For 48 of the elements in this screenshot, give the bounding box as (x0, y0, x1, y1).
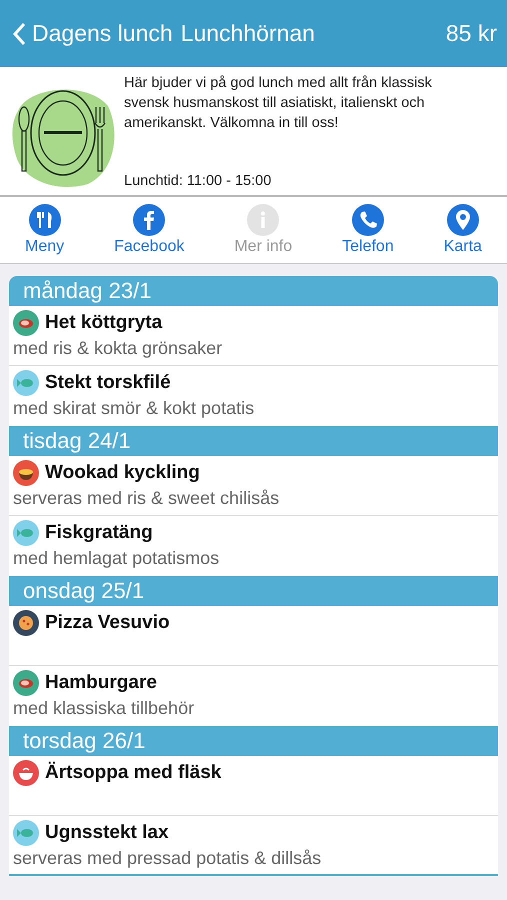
fish-icon (13, 370, 39, 396)
dish-name: Ugnsstekt lax (45, 822, 169, 844)
dish-row[interactable]: Stekt torskfilé med skirat smör & kokt potatis (9, 366, 498, 426)
dish-description: serveras med pressad potatis & dillsås (13, 848, 322, 869)
dish-description: med skirat smör & kokt potatis (13, 398, 256, 419)
bowl-icon (13, 460, 39, 486)
dish-row[interactable]: Pizza Vesuvio (9, 606, 498, 666)
map-action[interactable]: Karta (444, 204, 482, 256)
dish-description: med hemlagat potatismos (13, 548, 220, 569)
dish-description: serveras med ris & sweet chilisås (13, 488, 280, 509)
steak-icon (13, 310, 39, 336)
phone-icon (352, 204, 384, 236)
bowl-icon (13, 760, 39, 786)
fish-icon (13, 820, 39, 846)
dish-name: Pizza Vesuvio (45, 612, 170, 634)
dish-name: Hamburgare (45, 672, 157, 694)
day-header: måndag 23/1 (9, 276, 498, 306)
facebook-action[interactable]: Facebook (114, 204, 184, 256)
restaurant-title: Lunchhörnan (180, 20, 316, 47)
restaurant-description: Här bjuder vi på god lunch med allt från klassisk svensk husmanskost till asiatiskt, italienskt och amerikanskt. Välkomna in till oss! (124, 74, 433, 133)
dish-name: Stekt torskfilé (45, 372, 171, 394)
dish-row[interactable]: Hamburgare med klassiska tillbehör (9, 666, 498, 726)
dish-name: Het köttgryta (45, 312, 162, 334)
back-chevron-icon (12, 22, 26, 46)
price-label: 85 kr (446, 20, 497, 47)
fish-icon (13, 520, 39, 546)
phone-action[interactable]: Telefon (342, 204, 394, 256)
dish-name: Fiskgratäng (45, 522, 153, 544)
info-icon (247, 204, 280, 236)
map-pin-icon (446, 204, 479, 236)
dish-description: med ris & kokta grönsaker (13, 338, 224, 359)
dish-row[interactable]: Ugnsstekt lax serveras med pressad potatis & dillsås (9, 816, 498, 876)
day-header: tisdag 24/1 (9, 426, 498, 456)
menu-action[interactable]: Meny (24, 204, 64, 256)
dish-row[interactable]: Fiskgratäng med hemlagat potatismos (9, 516, 498, 576)
dish-description: med klassiska tillbehör (13, 698, 196, 719)
facebook-icon (133, 204, 166, 236)
cutlery-icon (28, 204, 61, 236)
day-header: onsdag 25/1 (9, 576, 498, 606)
dish-row[interactable]: Het köttgryta med ris & kokta grönsaker (9, 306, 498, 366)
dish-name: Ärtsoppa med fläsk (45, 762, 222, 784)
lunch-hours: Lunchtid: 11:00 - 15:00 (124, 173, 272, 189)
dish-row[interactable]: Ärtsoppa med fläsk (9, 756, 498, 816)
steak-icon (13, 670, 39, 696)
dish-row[interactable]: Wookad kyckling serveras med ris & sweet chilisås (9, 456, 498, 516)
pizza-icon (13, 610, 39, 636)
day-header: torsdag 26/1 (9, 726, 498, 756)
dish-name: Wookad kyckling (45, 462, 200, 484)
